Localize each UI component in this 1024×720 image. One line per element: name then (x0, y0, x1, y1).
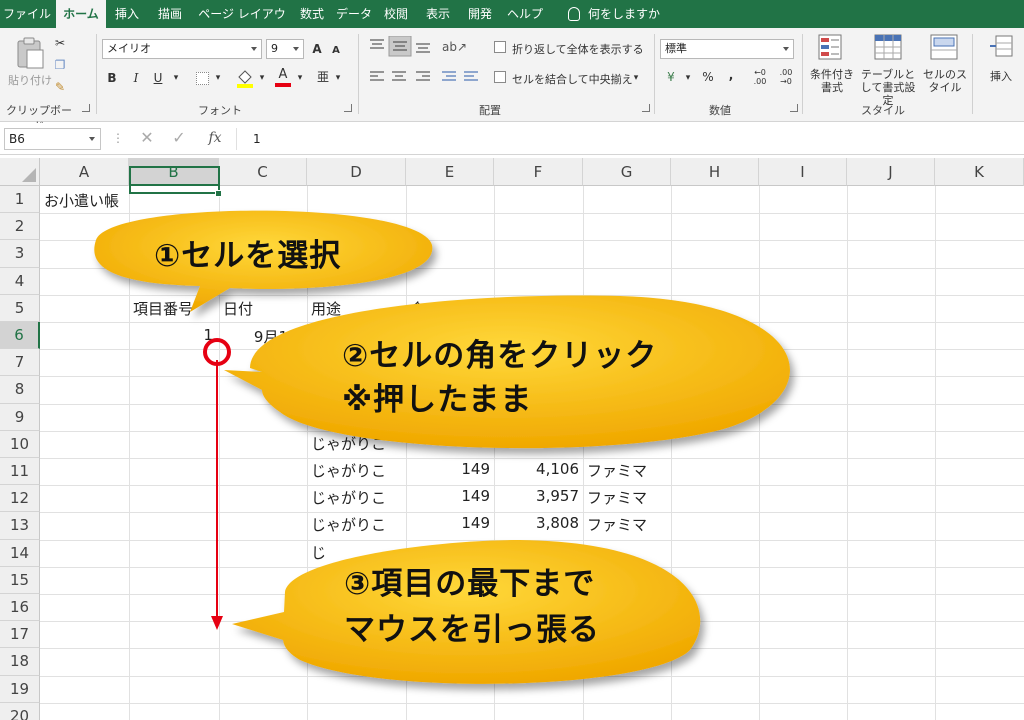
callout-step3-line1: ③項目の最下まで (344, 558, 595, 603)
callout-step1-text: ①セルを選択 (154, 230, 341, 275)
callout-step2-line1: ②セルの角をクリック (342, 330, 657, 375)
drag-arrow-head (211, 616, 223, 630)
callout-step3-line2: マウスを引っ張る (344, 604, 600, 649)
callout-step2-line2: ※押したまま (342, 374, 532, 419)
